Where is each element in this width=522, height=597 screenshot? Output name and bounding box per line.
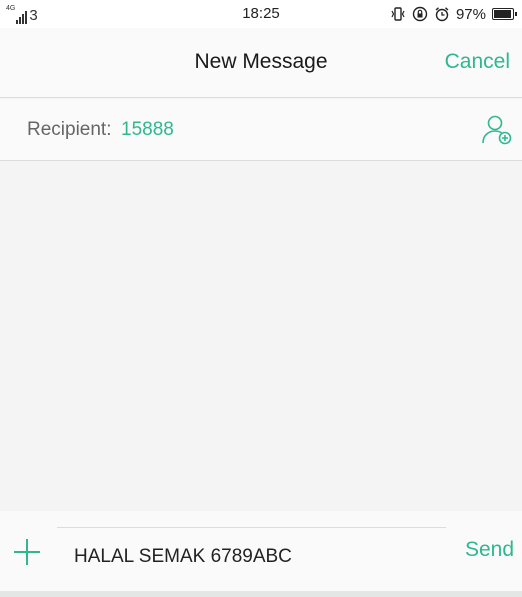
- status-icons: 97%: [390, 4, 517, 24]
- bottom-divider: [0, 591, 522, 597]
- add-contact-icon[interactable]: [480, 113, 514, 147]
- battery-icon: [492, 8, 517, 20]
- send-button[interactable]: Send: [465, 538, 514, 562]
- battery-fill: [494, 10, 512, 18]
- recipient-field[interactable]: Recipient: 15888: [0, 99, 522, 161]
- app-header: New Message Cancel: [0, 28, 522, 98]
- battery-percent: 97%: [455, 5, 486, 23]
- alarm-icon: [434, 6, 450, 22]
- message-input[interactable]: [57, 527, 446, 577]
- recipient-label: Recipient:: [27, 119, 112, 140]
- plus-icon[interactable]: [12, 537, 42, 567]
- status-bar: 4G 3 18:25 97%: [0, 0, 522, 28]
- message-thread-area: [0, 162, 522, 511]
- cancel-button[interactable]: Cancel: [445, 50, 510, 74]
- composer-bar: Send: [0, 511, 522, 591]
- rotation-lock-icon: [412, 6, 428, 22]
- vibrate-icon: [390, 6, 406, 22]
- recipient-value[interactable]: 15888: [121, 119, 174, 141]
